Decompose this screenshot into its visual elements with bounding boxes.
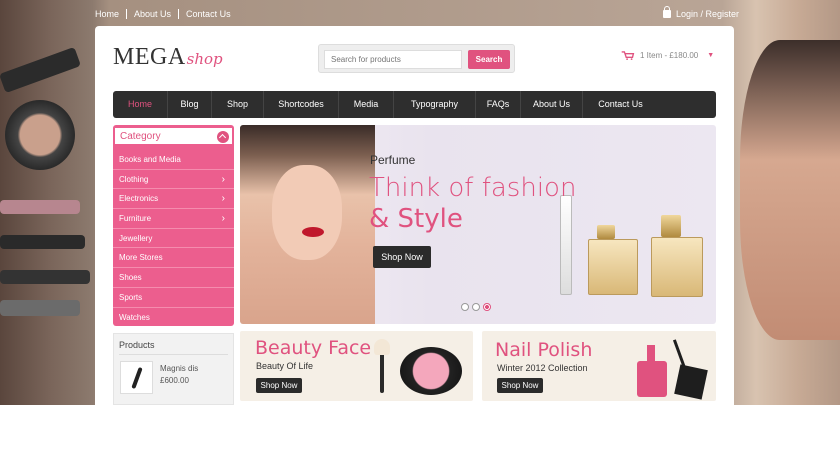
category-item-clothing[interactable]: Clothing › [113, 170, 234, 190]
slider-model-lips [302, 227, 324, 237]
promo-shop-now-button[interactable]: Shop Now [256, 378, 302, 393]
product-thumbnail[interactable] [120, 361, 153, 394]
category-item-electronics[interactable]: Electronics › [113, 189, 234, 210]
nav-item-blog[interactable]: Blog [168, 91, 212, 118]
category-item-sports[interactable]: Sports [113, 288, 234, 308]
slider-model-image [240, 125, 375, 324]
main-nav: Home Blog Shop Shortcodes Media Typograp… [113, 91, 716, 118]
chevron-up-icon[interactable] [217, 131, 229, 143]
chevron-down-icon: ▼ [707, 52, 715, 59]
category-list: Books and Media Clothing › Electronics › F… [113, 150, 234, 326]
cart-summary-text: 1 Item - £180.00 [640, 51, 699, 60]
products-title: Products [119, 340, 155, 350]
category-item-label: Clothing [119, 174, 149, 184]
category-item-label: Shoes [119, 273, 142, 283]
category-item-jewellery[interactable]: Jewellery [113, 229, 234, 249]
promo-banner-nail-polish[interactable]: Nail Polish Winter 2012 Collection Shop … [482, 331, 716, 401]
slide-shop-now-button[interactable]: Shop Now [373, 246, 431, 268]
product-price: £600.00 [160, 376, 189, 385]
logo-main-text: MEGA [113, 44, 186, 70]
category-item-more-stores[interactable]: More Stores [113, 248, 234, 269]
search-input[interactable] [324, 50, 462, 69]
nav-item-shortcodes[interactable]: Shortcodes [264, 91, 339, 118]
top-link-contact[interactable]: Contact Us [178, 9, 238, 19]
top-links: Home About Us Contact Us [95, 9, 238, 19]
category-item-label: More Stores [119, 253, 163, 263]
brush-tip-image [374, 339, 390, 355]
promo-banner-beauty-face[interactable]: Beauty Face Beauty Of Life Shop Now [240, 331, 473, 401]
chevron-right-icon: › [221, 173, 225, 185]
chevron-right-icon: › [221, 213, 225, 225]
category-item-shoes[interactable]: Shoes [113, 268, 234, 288]
slider-dot-1[interactable] [461, 303, 469, 311]
slide-kicker: Perfume [370, 153, 416, 167]
search-button[interactable]: Search [468, 50, 510, 69]
slider-dot-3[interactable] [483, 303, 491, 311]
products-widget: Products Magnis dis £600.00 [113, 333, 234, 405]
top-link-about[interactable]: About Us [126, 9, 178, 19]
perfume-bottle-middle [588, 239, 638, 295]
slider-dot-2[interactable] [472, 303, 480, 311]
category-item-furniture[interactable]: Furniture › [113, 209, 234, 229]
promo-title: Beauty Face [255, 337, 372, 359]
nav-item-about-us[interactable]: About Us [521, 91, 583, 118]
lock-icon [663, 6, 671, 18]
top-bar: Home About Us Contact Us Login / Registe… [0, 0, 840, 28]
nav-item-home[interactable]: Home [113, 91, 168, 118]
nav-item-media[interactable]: Media [339, 91, 394, 118]
nav-item-shop[interactable]: Shop [212, 91, 264, 118]
perfume-cap-right [661, 215, 681, 237]
perfume-cap-middle [597, 225, 615, 239]
category-sidebar: Category Books and Media Clothing › Elect… [113, 125, 234, 326]
slider-model-face [272, 165, 342, 260]
category-item-watches[interactable]: Watches [113, 308, 234, 327]
polish-box-image [674, 364, 708, 400]
blush-compact-image [400, 347, 462, 395]
slide-headline-1: Think of fashion [369, 173, 577, 203]
chevron-right-icon: › [221, 193, 225, 205]
shopping-cart-icon [621, 51, 635, 60]
login-register-label: Login / Register [676, 9, 740, 19]
category-item-label: Furniture [119, 214, 152, 224]
hero-slider[interactable] [240, 125, 716, 324]
category-header[interactable]: Category [114, 127, 233, 145]
category-item-label: Watches [119, 312, 150, 322]
category-title: Category [120, 131, 161, 142]
site-logo[interactable]: MEGA shop [113, 44, 223, 71]
category-item-label: Jewellery [119, 233, 153, 243]
search-box: Search [318, 44, 515, 73]
perfume-bottle-slim [560, 195, 572, 295]
top-link-home[interactable]: Home [95, 9, 126, 19]
product-name[interactable]: Magnis dis [160, 364, 198, 373]
promo-subtitle: Beauty Of Life [256, 361, 314, 371]
category-item-books-and-media[interactable]: Books and Media [113, 150, 234, 170]
logo-accent-text: shop [186, 50, 223, 68]
promo-subtitle: Winter 2012 Collection [497, 363, 588, 373]
nav-item-faqs[interactable]: FAQs [476, 91, 521, 118]
nav-item-contact-us[interactable]: Contact Us [583, 91, 658, 118]
divider [119, 354, 228, 355]
perfume-bottle-right [651, 237, 703, 297]
nav-item-typography[interactable]: Typography [394, 91, 476, 118]
category-item-label: Sports [119, 292, 143, 302]
page-bottom [0, 405, 840, 472]
promo-title: Nail Polish [495, 339, 593, 361]
category-item-label: Electronics [119, 194, 159, 204]
nail-polish-bottle-image [637, 361, 667, 397]
category-item-label: Books and Media [119, 155, 181, 164]
cart-summary[interactable]: 1 Item - £180.00 ▼ [621, 51, 714, 60]
promo-shop-now-button[interactable]: Shop Now [497, 378, 543, 393]
login-register-link[interactable]: Login / Register [663, 6, 740, 19]
slide-headline-2: & Style [369, 204, 463, 234]
slider-pagination [461, 303, 491, 311]
